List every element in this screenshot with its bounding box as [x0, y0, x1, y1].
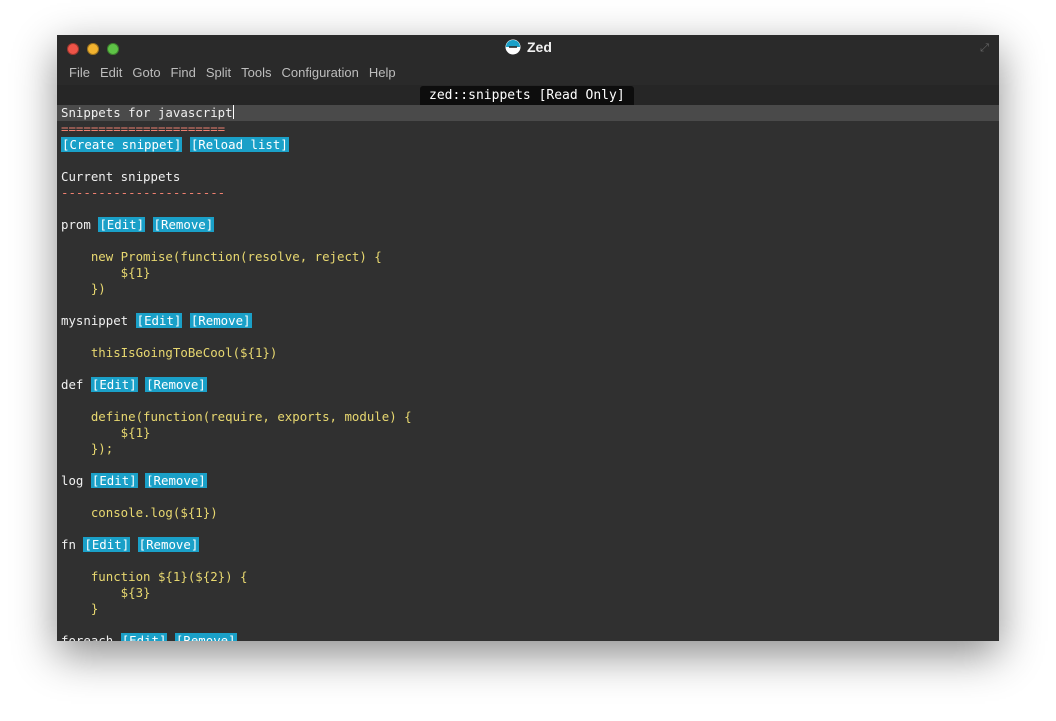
snippet-code-line: ${3}: [61, 585, 151, 600]
menu-tools[interactable]: Tools: [241, 65, 271, 80]
create-snippet-button[interactable]: [Create snippet]: [61, 137, 183, 152]
tab-snippets[interactable]: zed::snippets [Read Only]: [420, 86, 634, 105]
snippet-name: foreach: [61, 633, 114, 641]
snippet-code-line: }: [61, 601, 99, 616]
snippet-name: mysnippet: [61, 313, 129, 328]
menu-split[interactable]: Split: [206, 65, 231, 80]
snippet-name: fn: [61, 537, 76, 552]
edit-snippet-button[interactable]: [Edit]: [135, 313, 183, 328]
snippet-name: prom: [61, 217, 91, 232]
traffic-lights: [67, 43, 119, 55]
app-window: Zed ⤢ File Edit Goto Find Split Tools Co…: [57, 35, 999, 641]
edit-snippet-button[interactable]: [Edit]: [90, 377, 138, 392]
edit-snippet-button[interactable]: [Edit]: [90, 473, 138, 488]
editor-pane[interactable]: Snippets for javascript ================…: [57, 105, 999, 641]
menu-goto[interactable]: Goto: [132, 65, 160, 80]
remove-snippet-button[interactable]: [Remove]: [145, 377, 207, 392]
menu-file[interactable]: File: [69, 65, 90, 80]
remove-snippet-button[interactable]: [Remove]: [137, 537, 200, 552]
snippet-code-line: thisIsGoingToBeCool(${1}): [61, 345, 278, 360]
title-bar: Zed ⤢ File Edit Goto Find Split Tools Co…: [57, 35, 999, 85]
minimize-window-button[interactable]: [87, 43, 99, 55]
remove-snippet-button[interactable]: [Remove]: [152, 217, 215, 232]
menu-edit[interactable]: Edit: [100, 65, 122, 80]
menu-find[interactable]: Find: [171, 65, 196, 80]
text-cursor: [232, 105, 234, 119]
subheading-rule: ----------------------: [61, 185, 226, 200]
snippet-code-line: function ${1}(${2}) {: [61, 569, 248, 584]
remove-snippet-button[interactable]: [Remove]: [189, 313, 252, 328]
snippet-header: fn [Edit] [Remove]: [61, 537, 200, 553]
remove-snippet-button[interactable]: [Remove]: [174, 633, 237, 641]
snippet-code-line: new Promise(function(resolve, reject) {: [61, 249, 382, 264]
close-window-button[interactable]: [67, 43, 79, 55]
menu-configuration[interactable]: Configuration: [282, 65, 359, 80]
window-title: Zed: [505, 39, 552, 55]
fullscreen-icon[interactable]: ⤢: [978, 41, 991, 54]
heading-rule: ======================: [61, 121, 226, 136]
menu-help[interactable]: Help: [369, 65, 396, 80]
snippet-code-line: }): [61, 281, 106, 296]
snippet-code-line: ${1}: [61, 265, 151, 280]
actions-line: [Create snippet] [Reload list]: [61, 137, 289, 153]
zed-logo-icon: [505, 39, 521, 55]
edit-snippet-button[interactable]: [Edit]: [120, 633, 168, 641]
snippet-header: def [Edit] [Remove]: [61, 377, 207, 393]
reload-list-button[interactable]: [Reload list]: [189, 137, 289, 152]
snippet-code-line: });: [61, 441, 114, 456]
edit-snippet-button[interactable]: [Edit]: [83, 537, 131, 552]
app-title: Zed: [527, 39, 552, 55]
remove-snippet-button[interactable]: [Remove]: [145, 473, 207, 488]
snippet-name: def: [61, 377, 84, 392]
snippet-header: prom [Edit] [Remove]: [61, 217, 215, 233]
doc-heading: Snippets for javascript: [61, 105, 233, 120]
edit-snippet-button[interactable]: [Edit]: [98, 217, 146, 232]
tab-bar: zed::snippets [Read Only]: [57, 85, 999, 105]
snippet-header: foreach [Edit] [Remove]: [61, 633, 237, 641]
zoom-window-button[interactable]: [107, 43, 119, 55]
snippet-code-line: ${1}: [61, 425, 151, 440]
snippet-code-line: console.log(${1}): [61, 505, 218, 520]
snippet-header: mysnippet [Edit] [Remove]: [61, 313, 252, 329]
snippet-code-line: define(function(require, exports, module…: [61, 409, 412, 424]
snippet-name: log: [61, 473, 84, 488]
doc-heading-line: Snippets for javascript: [61, 105, 234, 121]
menu-bar: File Edit Goto Find Split Tools Configur…: [69, 65, 406, 80]
current-snippets-heading: Current snippets: [61, 169, 181, 184]
snippet-header: log [Edit] [Remove]: [61, 473, 207, 489]
